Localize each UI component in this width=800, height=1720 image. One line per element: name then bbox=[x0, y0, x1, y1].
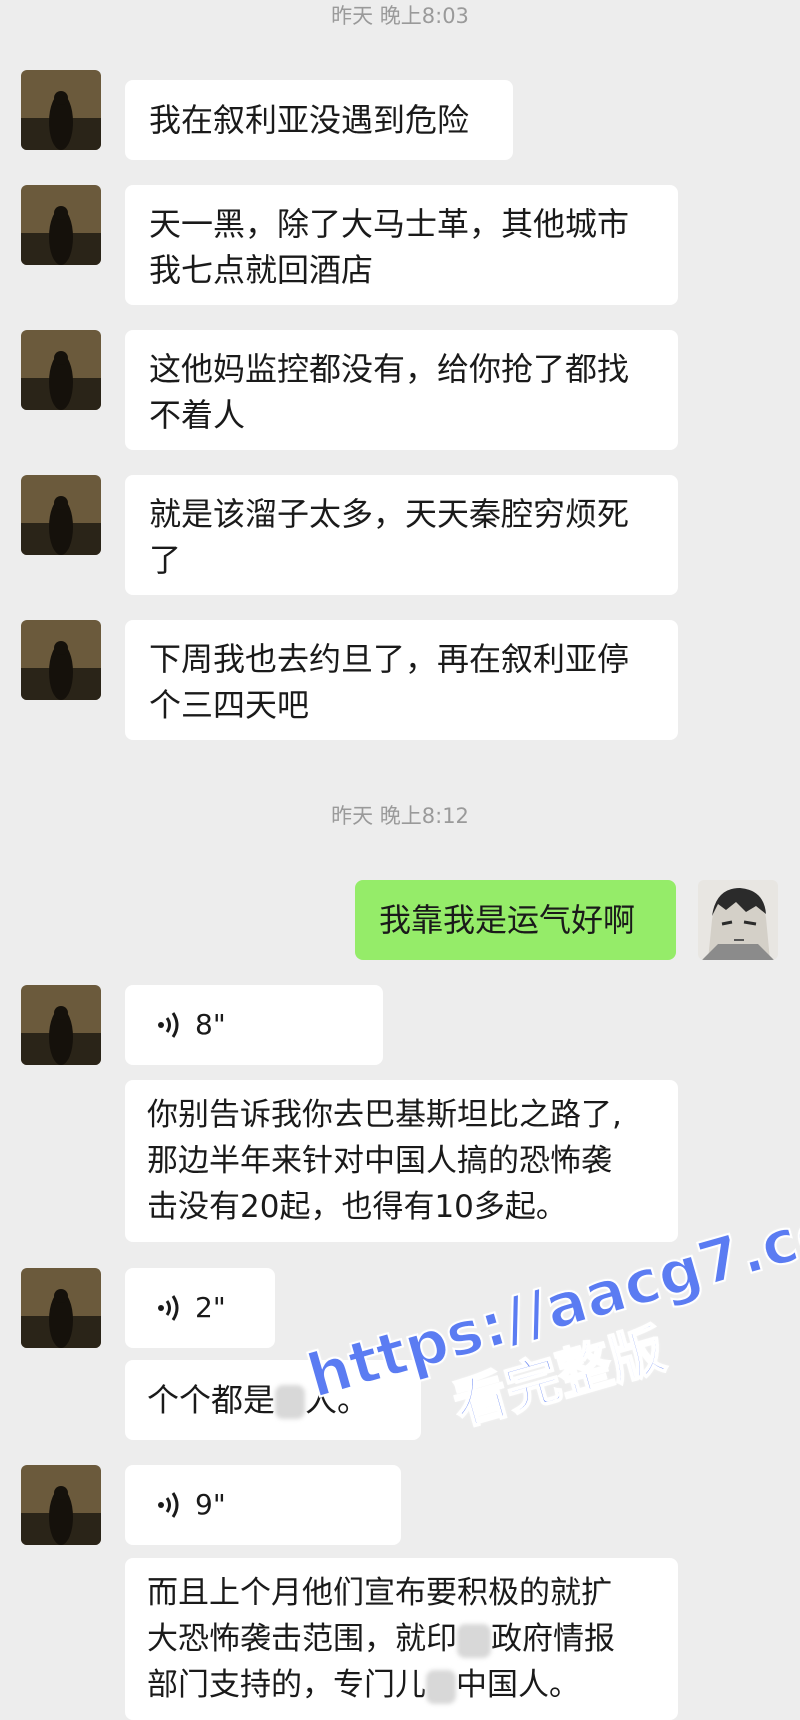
voice-message[interactable]: 2" bbox=[125, 1268, 275, 1348]
contact-avatar[interactable] bbox=[21, 620, 101, 700]
message-bubble[interactable]: 就是该溜子太多，天天秦腔穷烦死 了 bbox=[125, 475, 678, 595]
message-bubble-self[interactable]: 我靠我是运气好啊 bbox=[355, 880, 676, 960]
contact-avatar[interactable] bbox=[21, 185, 101, 265]
timestamp-1: 昨天 晚上8:03 bbox=[331, 4, 469, 28]
voice-wave-icon bbox=[158, 1012, 179, 1038]
voice-wave-icon bbox=[158, 1492, 179, 1518]
self-avatar[interactable] bbox=[698, 880, 778, 960]
message-text: 我在叙利亚没遇到危险 bbox=[149, 101, 470, 139]
timestamp-2: 昨天 晚上8:12 bbox=[331, 804, 469, 828]
contact-avatar[interactable] bbox=[21, 1268, 101, 1348]
message-text: 个个都是 bbox=[147, 1381, 276, 1419]
voice-wave-icon bbox=[158, 1295, 179, 1321]
contact-avatar[interactable] bbox=[21, 70, 101, 150]
message-text-line: 天一黑，除了大马士革，其他城市 bbox=[149, 205, 630, 243]
message-bubble[interactable]: 我在叙利亚没遇到危险 bbox=[125, 80, 513, 160]
message-text-line: 大恐怖袭击范围，就印 政府情报 bbox=[147, 1616, 656, 1662]
voice-duration: 8" bbox=[195, 1008, 226, 1041]
watermark: https://aacg7.com 看完整版 bbox=[299, 1176, 800, 1557]
message-bubble[interactable]: 下周我也去约旦了，再在叙利亚停 个三四天吧 bbox=[125, 620, 678, 740]
message-text-line: 不着人 bbox=[149, 396, 246, 434]
message-text-line: 这他妈监控都没有，给你抢了都找 bbox=[149, 350, 630, 388]
message-text-line: 下周我也去约旦了，再在叙利亚停 bbox=[149, 640, 630, 678]
message-text-line: 就是该溜子太多，天天秦腔穷烦死 bbox=[149, 495, 630, 533]
message-text-line: 那边半年来针对中国人搞的恐怖袭 bbox=[147, 1143, 612, 1179]
message-text: 政府情报 bbox=[491, 1621, 615, 1657]
message-text: 部门支持的，专门儿 bbox=[147, 1667, 426, 1703]
contact-avatar[interactable] bbox=[21, 985, 101, 1065]
message-text-line: 了 bbox=[149, 541, 182, 579]
message-text: 我靠我是运气好啊 bbox=[379, 901, 636, 939]
message-text-line: 我七点就回酒店 bbox=[149, 251, 374, 289]
message-text-line: 击没有20起，也得有10多起。 bbox=[147, 1189, 567, 1225]
message-bubble[interactable]: 天一黑，除了大马士革，其他城市 我七点就回酒店 bbox=[125, 185, 678, 305]
redacted-word bbox=[457, 1623, 491, 1658]
message-bubble[interactable]: 你别告诉我你去巴基斯坦比之路了, 那边半年来针对中国人搞的恐怖袭 击没有20起，… bbox=[125, 1080, 678, 1242]
message-text-line: 个三四天吧 bbox=[149, 686, 310, 724]
message-bubble[interactable]: 而且上个月他们宣布要积极的就扩 大恐怖袭击范围，就印 政府情报 部门支持的，专门儿… bbox=[125, 1558, 678, 1720]
message-text: 大恐怖袭击范围，就印 bbox=[147, 1621, 457, 1657]
redacted-word bbox=[426, 1669, 456, 1704]
contact-avatar[interactable] bbox=[21, 475, 101, 555]
message-text-line: 部门支持的，专门儿 中国人。 bbox=[147, 1662, 656, 1708]
voice-message[interactable]: 8" bbox=[125, 985, 383, 1065]
message-text: 中国人。 bbox=[456, 1667, 580, 1703]
message-text-line: 你别告诉我你去巴基斯坦比之路了, bbox=[147, 1097, 622, 1133]
contact-avatar[interactable] bbox=[21, 1465, 101, 1545]
message-text-line: 而且上个月他们宣布要积极的就扩 bbox=[147, 1575, 612, 1611]
message-bubble[interactable]: 这他妈监控都没有，给你抢了都找 不着人 bbox=[125, 330, 678, 450]
voice-duration: 2" bbox=[195, 1291, 226, 1324]
contact-avatar[interactable] bbox=[21, 330, 101, 410]
redacted-word bbox=[275, 1385, 306, 1419]
voice-duration: 9" bbox=[195, 1488, 226, 1521]
